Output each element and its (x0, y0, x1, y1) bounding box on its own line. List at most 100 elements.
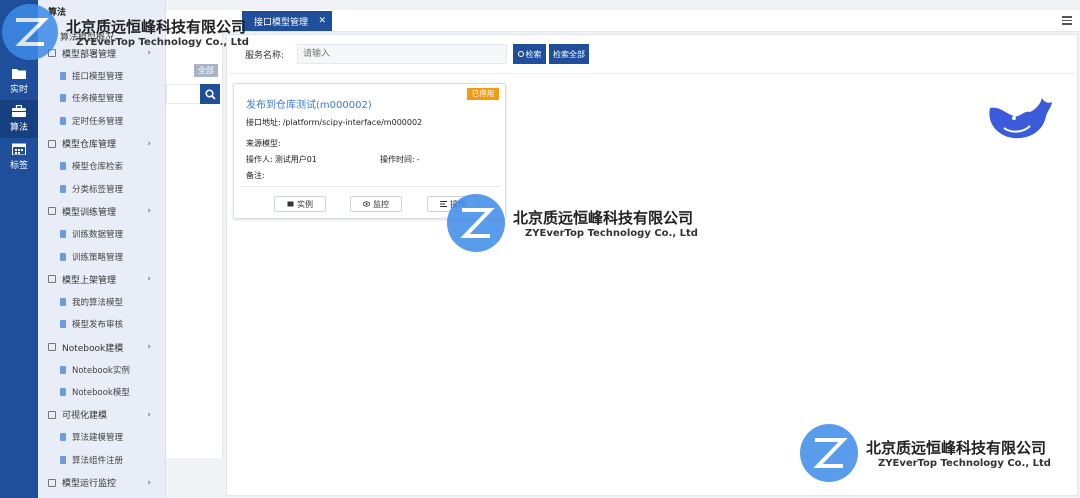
chevron-right-icon: › (147, 477, 151, 488)
status-badge: 已停用 (467, 88, 499, 100)
nav-item[interactable]: 定时任务管理 (38, 110, 165, 133)
op-time-row: 操作时间: - (380, 154, 420, 165)
document-icon (60, 433, 66, 442)
card-title[interactable]: 发布到仓库测试(m000002) (246, 96, 372, 111)
service-name-label: 服务名称: (245, 51, 285, 61)
nav-group-label: 模型训练管理 (62, 207, 117, 218)
instance-button-label: 实例 (297, 199, 313, 209)
nav-item[interactable]: 接口模型管理 (38, 65, 165, 88)
nav-item[interactable]: 训练数据管理 (38, 223, 165, 246)
watermark-top-left: 北京质远恒峰科技有限公司 ZYEverTop Technology Co., L… (2, 4, 249, 60)
search-button[interactable]: 检索 (513, 44, 546, 64)
rail-item-tags[interactable]: 标签 (0, 138, 38, 176)
folder-icon (48, 478, 56, 487)
folder-icon (48, 207, 56, 216)
whale-logo-icon (989, 98, 1052, 139)
tree-panel: 全部 (166, 34, 223, 458)
note-label: 备注: (246, 171, 265, 180)
nav-item[interactable]: 算法组件注册 (38, 449, 165, 472)
nav-group-label: 可视化建模 (62, 411, 108, 422)
instance-button[interactable]: 实例 (274, 196, 326, 212)
search-all-button[interactable]: 检索全部 (549, 44, 589, 64)
monitor-button[interactable]: 监控 (350, 196, 402, 212)
nav-item[interactable]: Notebook模型 (38, 381, 165, 404)
watermark-bottom-right: 北京质远恒峰科技有限公司 ZYEverTop Technology Co., L… (800, 424, 1051, 482)
chevron-right-icon: › (147, 274, 151, 285)
card-divider (240, 186, 500, 187)
nav-item-label: 训练数据管理 (72, 230, 124, 241)
close-icon[interactable]: ✕ (318, 16, 326, 26)
chevron-right-icon: › (147, 342, 151, 353)
nav-item-label: 定时任务管理 (72, 117, 124, 128)
search-button-label: 检索 (525, 49, 542, 59)
folder-icon (48, 410, 56, 419)
watermark-en: ZYEverTop Technology Co., Ltd (878, 458, 1051, 469)
source-row: 来源模型: (246, 138, 283, 149)
rail-item-label: 标签 (9, 161, 28, 171)
watermark-en: ZYEverTop Technology Co., Ltd (76, 37, 249, 48)
rail-item-algorithm[interactable]: 算法 (0, 100, 38, 138)
tab-label: 接口模型管理 (254, 17, 309, 28)
calendar-icon (12, 143, 26, 155)
service-name-input[interactable] (297, 44, 507, 64)
operator-label: 操作人: (246, 155, 273, 164)
document-icon (60, 320, 66, 329)
nav-item-label: 算法组件注册 (72, 455, 124, 466)
search-icon (517, 51, 524, 57)
document-icon (60, 162, 66, 171)
rail-item-realtime[interactable]: 实时 (0, 62, 38, 100)
operator-value: 测试用户01 (274, 155, 317, 164)
address-value: /platform/scipy-interface/m000002 (282, 118, 423, 127)
nav-item-label: Notebook模型 (72, 388, 130, 399)
nav-item-label: 训练策略管理 (72, 252, 124, 263)
folder-icon (48, 343, 56, 352)
nav-item-label: 模型仓库检索 (72, 162, 124, 173)
nav-item[interactable]: 模型发布审核 (38, 313, 165, 336)
nav-item[interactable]: 任务模型管理 (38, 87, 165, 110)
menu-icon[interactable] (1062, 16, 1072, 25)
sub-navigation: 算法 算法模型概况 模型部署管理 › 接口模型管理 任务模型管理 定时任务管理 模型仓库管… (38, 0, 166, 498)
nav-item[interactable]: 训练策略管理 (38, 245, 165, 268)
tree-search-input[interactable] (166, 84, 202, 104)
nav-group[interactable]: 模型训练管理 › (38, 200, 165, 223)
divider (227, 73, 1077, 74)
nav-item[interactable]: Notebook实例 (38, 358, 165, 381)
nav-group[interactable]: 模型仓库管理 › (38, 132, 165, 155)
nav-item[interactable]: 分类标签管理 (38, 178, 165, 201)
nav-group[interactable]: 模型运行监控 › (38, 471, 165, 494)
address-label: 接口地址: (246, 118, 281, 127)
note-row: 备注: (246, 170, 267, 181)
search-icon (204, 88, 216, 100)
op-time-label: 操作时间: (380, 155, 415, 164)
nav-item[interactable]: 我的算法模型 (38, 291, 165, 314)
list-icon (440, 201, 447, 207)
watermark-center: 北京质远恒峰科技有限公司 ZYEverTop Technology Co., L… (447, 194, 698, 252)
monitor-button-label: 监控 (373, 199, 389, 209)
nav-group-label: Notebook建模 (62, 343, 124, 354)
chevron-right-icon: › (147, 206, 151, 217)
document-icon (60, 455, 66, 464)
left-rail: 实时 算法 标签 (0, 0, 38, 498)
tree-search-button[interactable] (200, 84, 220, 104)
folder-icon (48, 139, 56, 148)
nav-item-label: 算法建模管理 (72, 433, 124, 444)
document-icon (60, 365, 66, 374)
nav-item[interactable]: 算法建模管理 (38, 426, 165, 449)
document-icon (60, 117, 66, 126)
nav-group-label: 模型上架管理 (62, 275, 117, 286)
nav-item-label: 分类标签管理 (72, 184, 124, 195)
nav-group[interactable]: 可视化建模 › (38, 404, 165, 427)
nav-item-label: 我的算法模型 (72, 297, 124, 308)
watermark-logo-icon (447, 194, 505, 252)
all-button[interactable]: 全部 (194, 64, 218, 77)
tab-interface-model[interactable]: 接口模型管理 ✕ (242, 11, 332, 31)
watermark-en: ZYEverTop Technology Co., Ltd (525, 228, 698, 239)
watermark-cn: 北京质远恒峰科技有限公司 (513, 209, 694, 227)
nav-group[interactable]: Notebook建模 › (38, 336, 165, 359)
tab-bar: 接口模型管理 ✕ (166, 10, 1080, 32)
document-icon (60, 388, 66, 397)
nav-item[interactable]: 模型仓库检索 (38, 155, 165, 178)
chevron-right-icon: › (147, 409, 151, 420)
document-icon (60, 71, 66, 80)
nav-group[interactable]: 模型上架管理 › (38, 268, 165, 291)
